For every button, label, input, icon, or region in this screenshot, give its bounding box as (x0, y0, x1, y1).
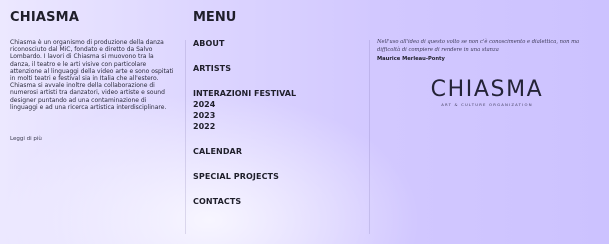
divider-left (185, 40, 186, 234)
page-root: CHIASMA Chiasma è un organismo di produz… (0, 0, 609, 244)
festival-year-2024[interactable]: 2024 (193, 100, 368, 109)
menu-item-interazioni-festival[interactable]: INTERAZIONI FESTIVAL (193, 89, 368, 98)
festival-year-2022[interactable]: 2022 (193, 122, 368, 131)
quote-author: Maurice Merleau-Ponty (377, 56, 445, 62)
menu-title: MENU (193, 10, 237, 25)
menu-item-contacts[interactable]: CONTACTS (193, 197, 368, 206)
about-column: CHIASMA Chiasma è un organismo di produz… (10, 10, 180, 144)
brand-description: Chiasma è un organismo di produzione del… (10, 39, 174, 111)
divider-right (369, 40, 370, 234)
read-more-link[interactable]: Leggi di più (10, 136, 42, 142)
quote-column: Nell'uso all'idea di questo volto se non… (377, 38, 597, 107)
menu-item-special-projects[interactable]: SPECIAL PROJECTS (193, 172, 368, 181)
menu-item-artists[interactable]: ARTISTS (193, 64, 368, 73)
chiasma-logo: CHIASMA ART & CULTURE ORGANIZATION (377, 77, 597, 108)
logo-wordmark: CHIASMA (430, 77, 544, 102)
festival-year-2023[interactable]: 2023 (193, 111, 368, 120)
menu-item-calendar[interactable]: CALENDAR (193, 147, 368, 156)
brand-title: CHIASMA (10, 10, 80, 25)
menu-item-about[interactable]: ABOUT (193, 39, 368, 48)
menu-column: MENU ABOUT ARTISTS INTERAZIONI FESTIVAL … (193, 10, 368, 222)
quote-text: Nell'uso all'idea di questo volto se non… (377, 39, 580, 53)
logo-tagline: ART & CULTURE ORGANIZATION (441, 102, 533, 107)
menu-festival-group: INTERAZIONI FESTIVAL 2024 2023 2022 (193, 89, 368, 131)
